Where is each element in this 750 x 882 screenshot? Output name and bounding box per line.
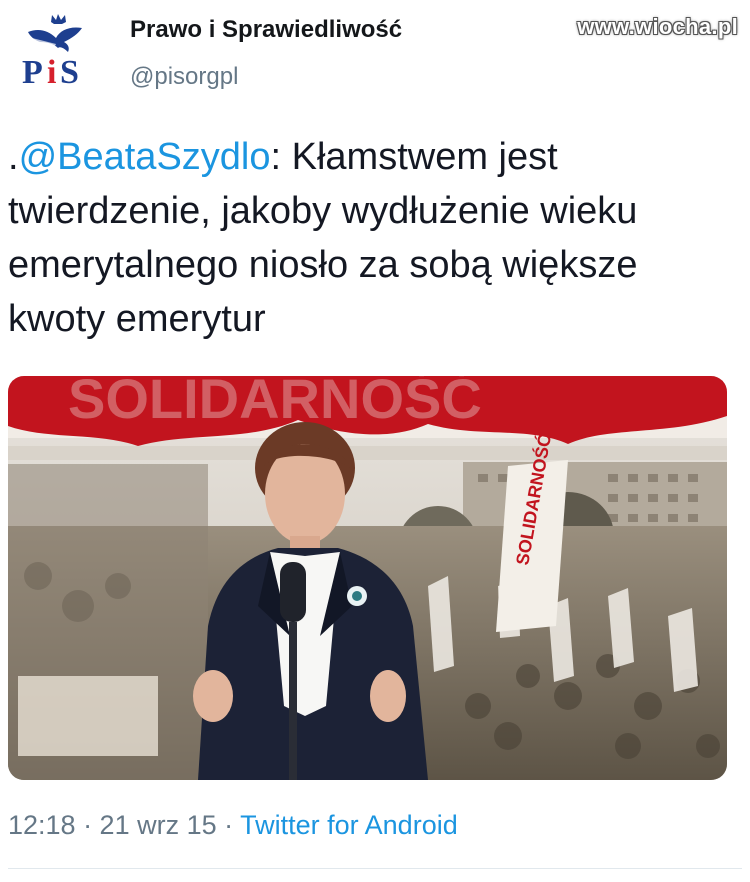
banner-text: SOLIDARNOŚĆ xyxy=(68,376,482,430)
tweet-text: .@BeataSzydlo: Kłamstwem jest twierdzeni… xyxy=(8,130,738,346)
tweet-header: P i S Prawo i Sprawiedliwość @pisorgpl w… xyxy=(0,0,750,110)
eagle-crown-icon xyxy=(28,14,82,52)
watermark: www.wiocha.pl xyxy=(577,14,738,39)
timestamp[interactable]: 12:18 · 21 wrz 15 · xyxy=(8,810,240,840)
user-handle[interactable]: @pisorgpl xyxy=(130,63,238,91)
svg-text:S: S xyxy=(60,54,79,91)
divider xyxy=(8,868,742,869)
svg-text:i: i xyxy=(47,54,56,91)
photo-illustration: SOLIDARNOŚĆ SOLIDARNOŚĆ xyxy=(8,376,727,780)
tweet-photo[interactable]: SOLIDARNOŚĆ SOLIDARNOŚĆ xyxy=(8,376,727,780)
svg-text:P: P xyxy=(22,54,43,91)
pis-logo: P i S xyxy=(22,14,82,91)
source-link[interactable]: Twitter for Android xyxy=(240,810,458,840)
avatar[interactable]: P i S xyxy=(18,8,102,94)
tweet-text-prefix: . xyxy=(8,136,19,178)
tweet-meta: 12:18 · 21 wrz 15 · Twitter for Android xyxy=(8,810,458,841)
mention-link[interactable]: @BeataSzydlo xyxy=(19,136,271,178)
display-name[interactable]: Prawo i Sprawiedliwość xyxy=(130,16,402,44)
